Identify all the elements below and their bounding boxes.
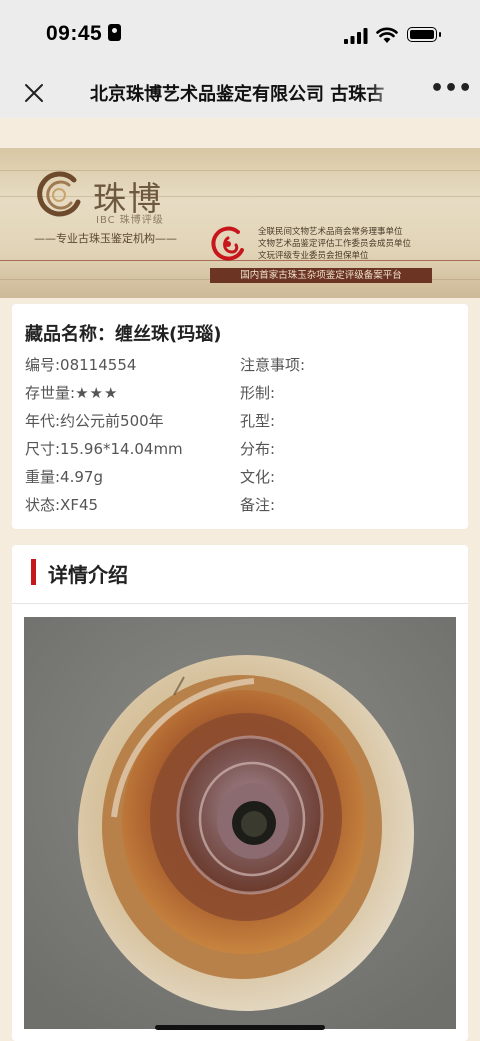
divider: [0, 260, 480, 261]
certification-list: 全联民间文物艺术品商会常务理事单位 文物艺术品鉴定评估工作委员会成员单位 文玩评…: [258, 226, 411, 262]
cellular-signal-icon: [344, 28, 368, 44]
more-options-button[interactable]: •••: [430, 78, 472, 104]
id-card-icon: [108, 24, 122, 41]
item-title: 藏品名称：缠丝珠(玛瑙): [25, 324, 222, 345]
item-culture: 文化:: [240, 468, 276, 486]
brand-slogan: ——专业古珠玉鉴定机构——: [34, 232, 177, 245]
details-title: 详情介绍: [48, 563, 128, 587]
title-fade: [370, 80, 402, 106]
status-time: 09:45: [46, 22, 122, 46]
rarity-stars: ★★★: [75, 384, 119, 402]
close-icon[interactable]: [22, 81, 46, 105]
home-indicator: [155, 1025, 325, 1030]
nav-bar: 北京珠博艺术品鉴定有限公司 古珠古 •••: [0, 68, 480, 118]
item-number: 编号:08114554: [25, 356, 137, 374]
item-info-card: 藏品名称：缠丝珠(玛瑙) 编号:08114554 存世量:★★★ 年代:约公元前…: [12, 304, 468, 529]
page-title: 北京珠博艺术品鉴定有限公司 古珠古: [90, 84, 385, 105]
cert-line: 全联民间文物艺术品商会常务理事单位: [258, 227, 403, 237]
item-rarity: 存世量:★★★: [25, 382, 118, 403]
brand-subtitle: IBC 珠博评级: [96, 215, 164, 226]
status-bar: 09:45: [0, 0, 480, 68]
agate-bead-image: [24, 617, 456, 1029]
details-card: 详情介绍: [12, 545, 468, 1041]
item-weight: 重量:4.97g: [25, 468, 103, 486]
item-hole-type: 孔型:: [240, 412, 276, 430]
item-notes: 注意事项:: [240, 356, 306, 374]
item-condition: 状态:XF45: [25, 496, 99, 514]
item-distribution: 分布:: [240, 440, 276, 458]
item-shape: 形制:: [240, 384, 276, 402]
brand-banner: 珠博 IBC 珠博评级 ——专业古珠玉鉴定机构—— 全联民间文物艺术品商会常务理…: [0, 148, 480, 298]
wifi-icon: [376, 27, 398, 43]
battery-icon: [407, 27, 441, 42]
divider: [12, 603, 468, 604]
item-era: 年代:约公元前500年: [25, 412, 164, 430]
brand-logo-icon: [37, 171, 81, 217]
association-emblem-icon: [211, 226, 244, 261]
cert-line: 文物艺术品鉴定评估工作委员会成员单位: [258, 239, 412, 249]
section-accent-bar: [31, 559, 36, 585]
bead-photo[interactable]: [24, 617, 456, 1029]
rarity-label: 存世量:: [25, 384, 76, 402]
platform-tag: 国内首家古珠玉杂项鉴定评级备案平台: [210, 268, 432, 283]
item-size: 尺寸:15.96*14.04mm: [25, 440, 183, 458]
item-remarks: 备注:: [240, 496, 276, 514]
